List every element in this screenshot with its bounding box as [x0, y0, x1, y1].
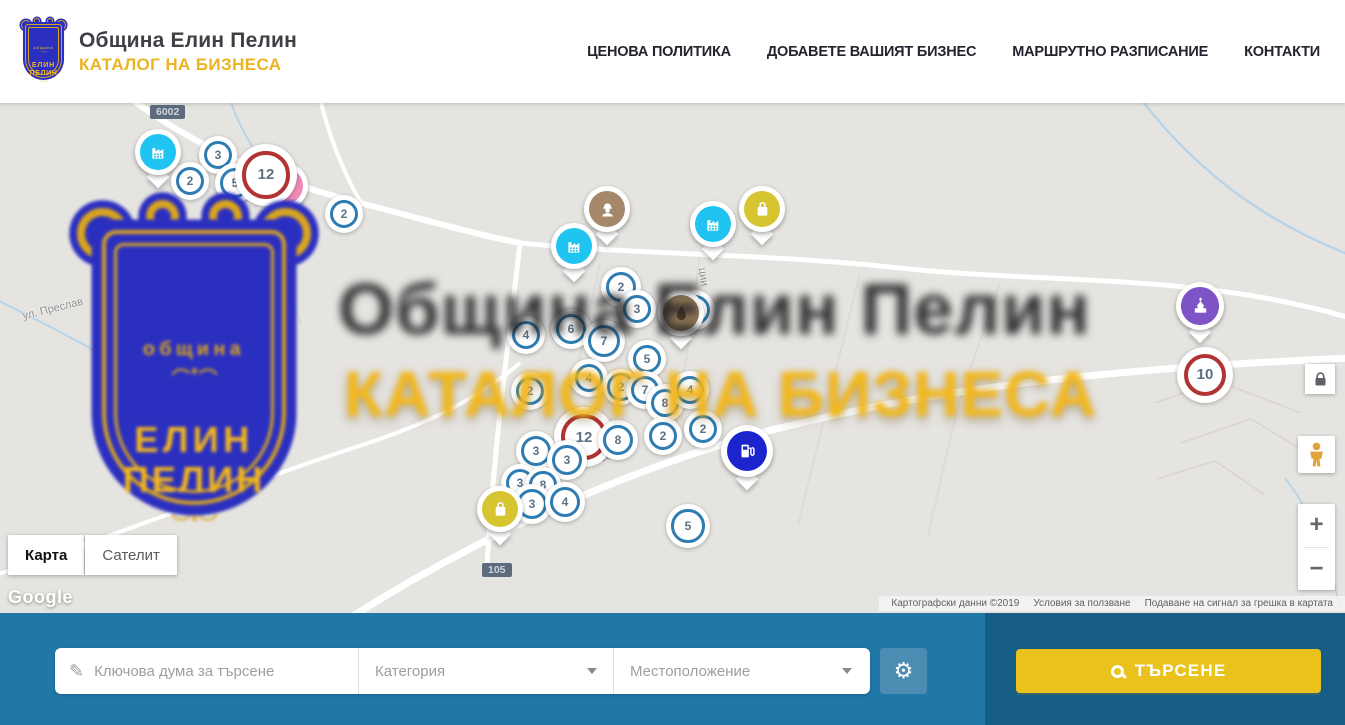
category-select[interactable]: Категория	[358, 648, 613, 694]
page: община ЕЛИН ПЕЛИН Община Елин Пелин КАТА…	[0, 0, 1345, 725]
pin-body	[739, 186, 785, 232]
site-title: Община Елин Пелин	[79, 29, 297, 53]
flourish-icon	[145, 366, 244, 377]
keyword-input[interactable]	[94, 663, 346, 680]
chevron-down-icon	[842, 668, 852, 674]
worker-icon	[589, 191, 625, 227]
crest-name-line2: ПЕЛИН	[123, 459, 266, 501]
flourish-icon	[34, 80, 53, 82]
map-attribution: Картографски данни ©2019Условия за ползв…	[879, 596, 1345, 611]
pin-body	[721, 425, 773, 477]
business-pin[interactable]	[739, 186, 785, 244]
nav-link-contacts[interactable]: КОНТАКТИ	[1244, 44, 1320, 60]
road-number-badge: 105	[482, 563, 512, 577]
pegman-icon	[1307, 442, 1326, 468]
road-number-badge: 6002	[150, 105, 185, 119]
settings-button[interactable]: ⚙	[880, 648, 927, 694]
business-pin[interactable]	[477, 486, 523, 544]
lock-icon[interactable]	[1305, 364, 1335, 394]
location-select[interactable]: Местоположение	[613, 648, 868, 694]
business-pin[interactable]	[690, 201, 736, 259]
factory-icon	[695, 206, 731, 242]
header: община ЕЛИН ПЕЛИН Община Елин Пелин КАТА…	[0, 0, 1345, 103]
pin-body	[477, 486, 523, 532]
pencil-icon: ✎	[69, 661, 84, 682]
pin-body	[690, 201, 736, 247]
crest-name-line1: ЕЛИН	[32, 62, 55, 69]
crest-top-text: община	[143, 338, 245, 361]
factory-icon	[140, 134, 176, 170]
zoom-out-button[interactable]: −	[1298, 548, 1335, 591]
crest-name-line1: ЕЛИН	[134, 421, 253, 459]
gear-icon: ⚙	[894, 658, 914, 683]
cluster-marker[interactable]: 2	[325, 195, 363, 233]
fuel-icon	[727, 431, 768, 472]
business-pin[interactable]	[584, 186, 630, 244]
map-canvas[interactable]: 6002105 ул. Преславбул. „Новоселции 3251…	[0, 103, 1345, 613]
business-pin[interactable]	[135, 129, 181, 187]
crest-name-line2: ПЕЛИН	[30, 69, 58, 77]
church-icon	[1181, 287, 1218, 324]
municipality-crest-logo: община ЕЛИН ПЕЛИН	[22, 21, 65, 81]
zoom-in-button[interactable]: +	[1298, 504, 1335, 547]
shopping-bag-icon	[482, 491, 518, 527]
search-input-group: ✎ Категория Местоположение	[55, 648, 870, 694]
map-type-map-button[interactable]: Карта	[8, 535, 84, 575]
category-placeholder: Категория	[375, 663, 445, 680]
search-action-panel: ТЪРСЕНЕ	[985, 613, 1345, 725]
map-type-control: Карта Сателит	[8, 535, 177, 575]
nav-link-pricing-policy[interactable]: ЦЕНОВА ПОЛИТИКА	[587, 44, 731, 60]
cluster-marker[interactable]: 4	[545, 482, 585, 522]
keyword-segment: ✎	[55, 648, 358, 694]
pin-body	[1176, 282, 1224, 330]
watermark-subtitle: КАТАЛОГ НА БИЗНЕСА	[344, 357, 1097, 431]
business-pin[interactable]	[1176, 282, 1224, 342]
cluster-marker[interactable]: 10	[1177, 347, 1233, 403]
site-tagline: КАТАЛОГ НА БИЗНЕСА	[79, 55, 297, 75]
zoom-control: + −	[1298, 504, 1335, 590]
flourish-icon	[145, 512, 244, 523]
search-bar: ✎ Категория Местоположение ⚙ ТЪРСЕНЕ	[0, 613, 1345, 725]
logo-link[interactable]: община ЕЛИН ПЕЛИН Община Елин Пелин КАТА…	[22, 21, 297, 81]
search-filters-panel: ✎ Категория Местоположение ⚙	[0, 613, 985, 725]
street-view-pegman[interactable]	[1298, 436, 1335, 473]
search-button-label: ТЪРСЕНЕ	[1135, 661, 1227, 681]
watermark-title: Община Елин Пелин	[338, 269, 1091, 351]
cluster-marker[interactable]: 5	[666, 504, 710, 548]
search-icon	[1111, 665, 1124, 678]
flourish-icon	[34, 51, 53, 53]
nav-link-transport-schedule[interactable]: МАРШРУТНО РАЗПИСАНИЕ	[1012, 44, 1208, 60]
shopping-bag-icon	[744, 191, 780, 227]
crest-top-text: община	[34, 45, 54, 50]
business-pin[interactable]	[721, 425, 773, 489]
pin-body	[584, 186, 630, 232]
attribution-link[interactable]: Подаване на сигнал за грешка в картата	[1138, 598, 1340, 609]
cluster-marker[interactable]: 12	[235, 144, 297, 206]
attribution-link[interactable]: Условия за ползване	[1026, 598, 1137, 609]
location-placeholder: Местоположение	[630, 663, 750, 680]
map-type-satellite-button[interactable]: Сателит	[85, 535, 177, 575]
google-logo[interactable]: Google	[8, 587, 73, 608]
search-button[interactable]: ТЪРСЕНЕ	[1016, 649, 1321, 693]
nav-link-add-business[interactable]: ДОБАВЕТЕ ВАШИЯТ БИЗНЕС	[767, 44, 976, 60]
main-nav: ЦЕНОВА ПОЛИТИКА ДОБАВЕТЕ ВАШИЯТ БИЗНЕС МАР…	[587, 44, 1320, 60]
watermark-crest: община ЕЛИН ПЕЛИН	[84, 215, 304, 523]
chevron-down-icon	[587, 668, 597, 674]
pin-body	[135, 129, 181, 175]
attribution-text: Картографски данни ©2019	[884, 598, 1026, 609]
